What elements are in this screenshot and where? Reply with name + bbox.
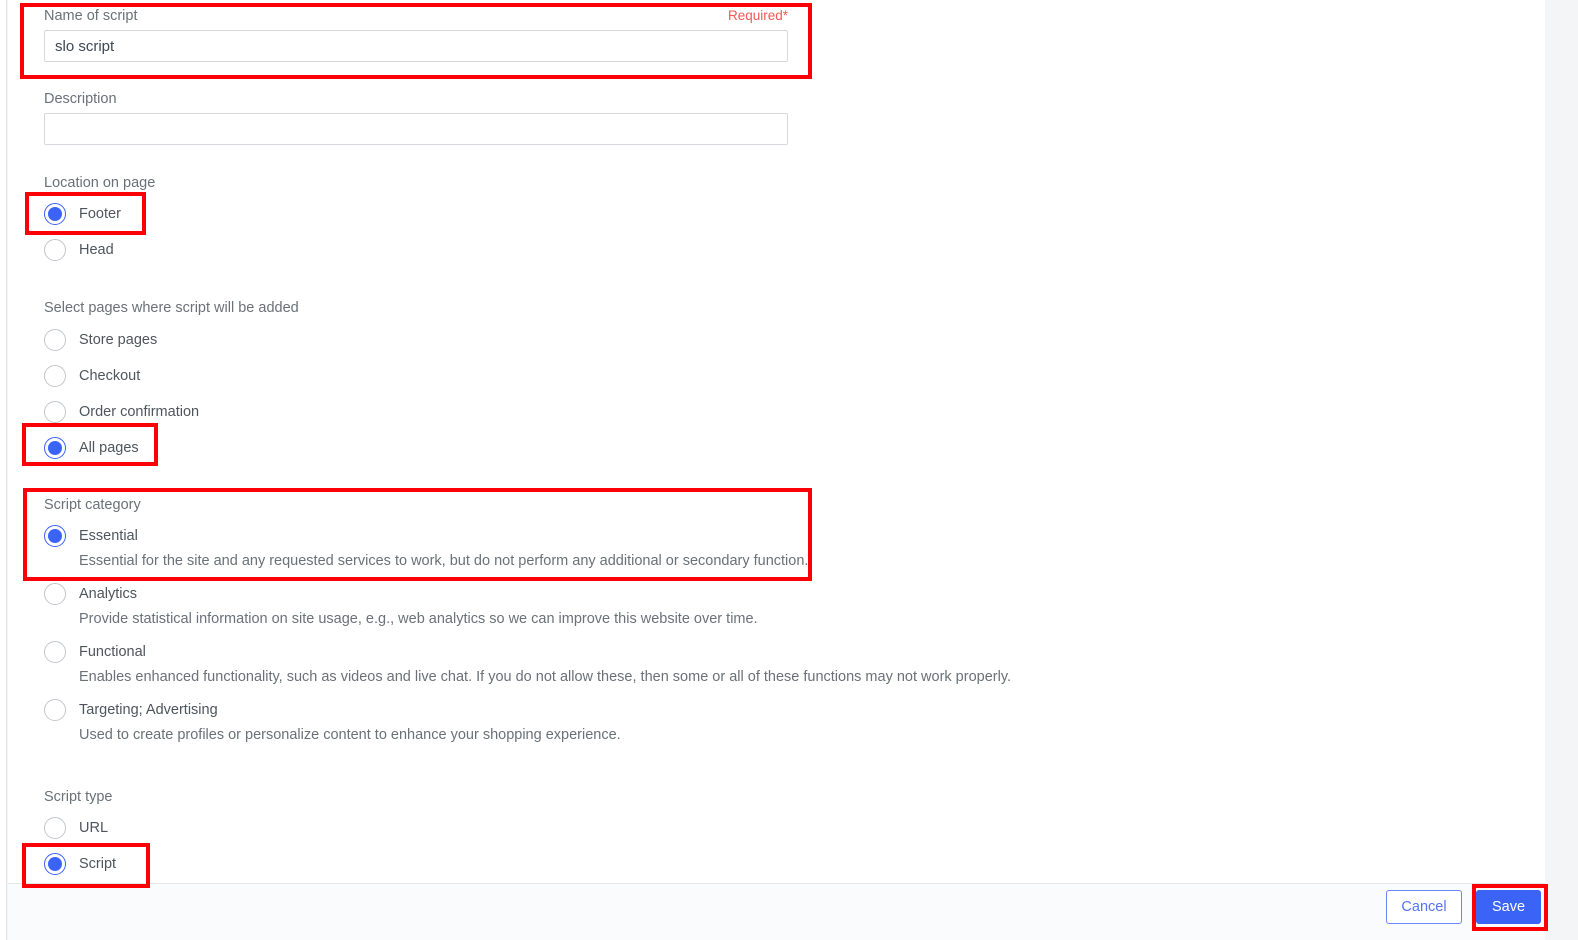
script-settings-page: Name of script Required* Description Loc… [0,0,1578,940]
option-description-analytics: Provide statistical information on site … [79,611,758,627]
radio-icon-url[interactable] [44,817,66,839]
save-button[interactable]: Save [1476,890,1541,924]
radio-label-analytics: Analytics [79,586,138,602]
radio-icon-checkout[interactable] [44,365,66,387]
radio-label-essential: Essential [79,528,138,544]
radio-icon-analytics[interactable] [44,583,66,605]
radio-label-url: URL [79,820,109,836]
radio-icon-head[interactable] [44,239,66,261]
radio-label-functional: Functional [79,644,146,660]
script-type-label: Script type [44,789,113,805]
name-of-script-label: Name of script [44,8,138,24]
script-category-label: Script category [44,497,141,513]
script-category-option-functional: Functional Enables enhanced functionalit… [44,637,1044,686]
script-category-option-essential: Essential Essential for the site and any… [44,521,1044,570]
radio-label-order-confirmation: Order confirmation [79,404,200,420]
script-form: Name of script Required* Description Loc… [8,0,1545,883]
radio-icon-all-pages[interactable] [44,437,66,459]
name-of-script-input[interactable] [44,30,788,62]
footer-action-bar [8,883,1545,940]
option-description-functional: Enables enhanced functionality, such as … [79,669,1012,685]
script-category-option-analytics: Analytics Provide statistical informatio… [44,579,1044,628]
radio-icon-script[interactable] [44,853,66,875]
required-indicator: Required* [727,8,788,23]
radio-label-head: Head [79,242,114,258]
select-pages-group: Select pages where script will be added … [44,300,299,463]
radio-category-analytics[interactable]: Analytics [44,579,1044,609]
radio-pages-all-pages[interactable]: All pages [44,433,299,463]
script-type-group: Script type URL Script [44,789,116,879]
script-category-group: Script category Essential Essential for … [44,497,1044,744]
radio-category-functional[interactable]: Functional [44,637,1044,667]
radio-pages-store-pages[interactable]: Store pages [44,325,299,355]
radio-script-type-script[interactable]: Script [44,849,116,879]
description-input[interactable] [44,113,788,145]
content-panel: Name of script Required* Description Loc… [8,0,1545,940]
radio-label-footer: Footer [79,206,121,222]
radio-label-checkout: Checkout [79,368,141,384]
cancel-button[interactable]: Cancel [1386,890,1462,924]
radio-icon-store-pages[interactable] [44,329,66,351]
radio-label-store-pages: Store pages [79,332,158,348]
description-field-group: Description [44,91,788,145]
radio-label-targeting-advertising: Targeting; Advertising [79,702,218,718]
radio-label-script: Script [79,856,117,872]
location-on-page-label: Location on page [44,175,156,191]
radio-label-all-pages: All pages [79,440,139,456]
radio-icon-order-confirmation[interactable] [44,401,66,423]
option-description-essential: Essential for the site and any requested… [79,553,809,569]
radio-icon-footer[interactable] [44,203,66,225]
radio-pages-order-confirmation[interactable]: Order confirmation [44,397,299,427]
radio-icon-targeting-advertising[interactable] [44,699,66,721]
radio-category-targeting-advertising[interactable]: Targeting; Advertising [44,695,1044,725]
name-of-script-field-group: Name of script Required* [44,8,788,62]
radio-location-footer[interactable]: Footer [44,199,155,229]
select-pages-label: Select pages where script will be added [44,300,299,316]
radio-icon-essential[interactable] [44,525,66,547]
radio-category-essential[interactable]: Essential [44,521,1044,551]
radio-location-head[interactable]: Head [44,235,155,265]
radio-icon-functional[interactable] [44,641,66,663]
description-label: Description [44,91,117,107]
script-category-option-targeting-advertising: Targeting; Advertising Used to create pr… [44,695,1044,744]
option-description-targeting-advertising: Used to create profiles or personalize c… [79,727,621,743]
radio-script-type-url[interactable]: URL [44,813,116,843]
radio-pages-checkout[interactable]: Checkout [44,361,299,391]
location-on-page-group: Location on page Footer Head [44,175,155,265]
left-rail [0,0,7,940]
